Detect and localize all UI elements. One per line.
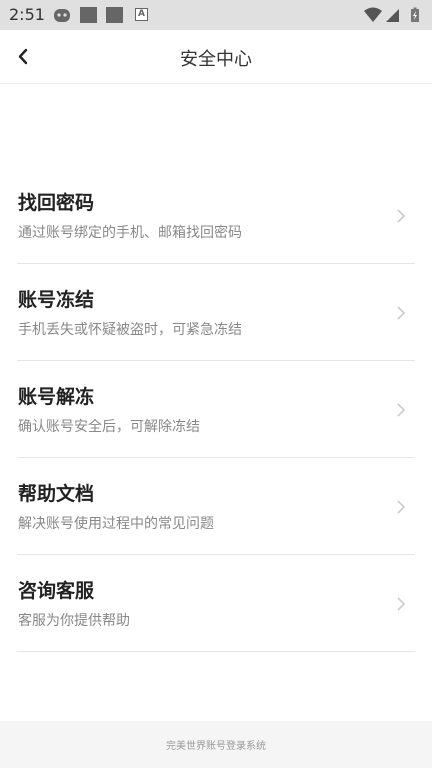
- security-menu-list: 找回密码 通过账号绑定的手机、邮箱找回密码 账号冻结 手机丢失或怀疑被盗时，可紧…: [17, 167, 415, 652]
- menu-item-desc: 手机丢失或怀疑被盗时，可紧急冻结: [18, 322, 242, 338]
- signal-icon: [386, 9, 399, 22]
- status-indicators: [364, 7, 422, 23]
- wifi-icon: [364, 7, 382, 22]
- chevron-right-icon: [397, 597, 406, 611]
- chevron-right-icon: [397, 403, 406, 417]
- menu-item-customer-service[interactable]: 咨询客服 客服为你提供帮助: [17, 555, 415, 652]
- status-time: 2:51: [9, 5, 45, 24]
- menu-item-title: 账号冻结: [18, 289, 95, 311]
- menu-item-freeze-account[interactable]: 账号冻结 手机丢失或怀疑被盗时，可紧急冻结: [17, 264, 415, 361]
- chevron-right-icon: [397, 209, 406, 223]
- menu-item-desc: 确认账号安全后，可解除冻结: [18, 419, 200, 435]
- keyboard-a-icon: A: [135, 8, 148, 21]
- page-title: 安全中心: [180, 49, 252, 70]
- menu-item-title: 帮助文档: [18, 483, 95, 505]
- menu-item-desc: 解决账号使用过程中的常见问题: [18, 516, 214, 532]
- android-debug-icon: [53, 7, 71, 23]
- battery-charging-icon: [411, 7, 419, 22]
- menu-item-desc: 客服为你提供帮助: [18, 613, 130, 629]
- menu-item-title: 账号解冻: [18, 386, 95, 408]
- menu-item-recover-password[interactable]: 找回密码 通过账号绑定的手机、邮箱找回密码: [17, 167, 415, 264]
- chevron-right-icon: [397, 500, 406, 514]
- menu-item-title: 咨询客服: [18, 580, 95, 602]
- menu-item-help-docs[interactable]: 帮助文档 解决账号使用过程中的常见问题: [17, 458, 415, 555]
- chevron-right-icon: [397, 306, 406, 320]
- menu-item-unfreeze-account[interactable]: 账号解冻 确认账号安全后，可解除冻结: [17, 361, 415, 458]
- footer: 完美世界账号登录系统: [0, 721, 432, 768]
- menu-item-title: 找回密码: [18, 192, 95, 214]
- notification-square-icon: [106, 7, 123, 23]
- app-header: 安全中心: [0, 30, 432, 84]
- notification-square-icon: [80, 7, 97, 23]
- footer-text: 完美世界账号登录系统: [166, 741, 266, 752]
- status-bar: 2:51 A: [0, 0, 432, 30]
- menu-item-desc: 通过账号绑定的手机、邮箱找回密码: [18, 225, 242, 241]
